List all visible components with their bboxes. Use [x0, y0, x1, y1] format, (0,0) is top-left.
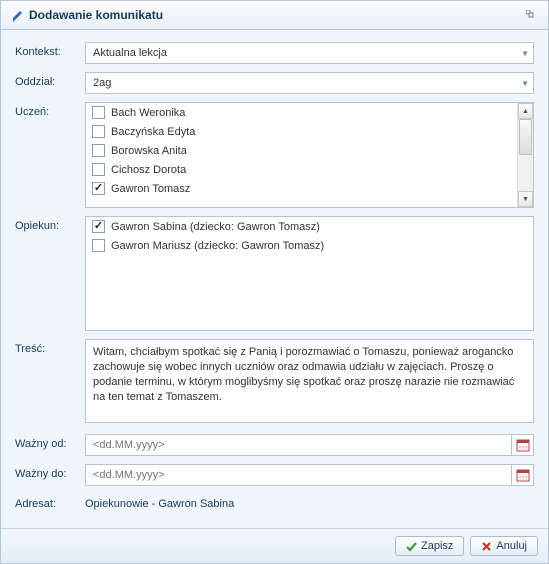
input-wazny-od[interactable]	[85, 434, 512, 456]
student-item[interactable]: Gawron Tomasz	[86, 179, 517, 198]
save-button-label: Zapisz	[421, 540, 453, 552]
student-label: Cichosz Dorota	[111, 164, 186, 176]
student-label: Borowska Anita	[111, 145, 187, 157]
scroll-down-icon[interactable]: ▼	[518, 191, 533, 207]
listbox-students[interactable]: Bach Weronika Baczyńska Edyta Borowska Ani…	[85, 102, 534, 208]
student-item[interactable]: Borowska Anita	[86, 141, 517, 160]
chevron-down-icon: ▼	[521, 79, 529, 88]
row-wazny-do: Ważny do:	[15, 464, 534, 486]
label-adresat: Adresat:	[15, 494, 85, 510]
student-item[interactable]: Baczyńska Edyta	[86, 122, 517, 141]
label-uczen: Uczeń:	[15, 102, 85, 118]
label-opiekun: Opiekun:	[15, 216, 85, 232]
row-opiekun: Opiekun: Gawron Sabina (dziecko: Gawron …	[15, 216, 534, 331]
save-button[interactable]: Zapisz	[395, 536, 464, 556]
chevron-down-icon: ▼	[521, 49, 529, 58]
select-oddzial[interactable]: 2ag ▼	[85, 72, 534, 94]
edit-icon	[11, 9, 24, 22]
label-kontekst: Kontekst:	[15, 42, 85, 58]
row-oddzial: Oddział: 2ag ▼	[15, 72, 534, 94]
footer: Zapisz Anuluj	[1, 528, 548, 563]
guardian-item[interactable]: Gawron Mariusz (dziecko: Gawron Tomasz)	[86, 236, 533, 255]
row-adresat: Adresat: Opiekunowie - Gawron Sabina	[15, 494, 534, 510]
guardian-label: Gawron Mariusz (dziecko: Gawron Tomasz)	[111, 240, 324, 252]
checkbox[interactable]	[92, 106, 105, 119]
calendar-icon[interactable]	[512, 464, 534, 486]
student-label: Gawron Tomasz	[111, 183, 190, 195]
scrollbar[interactable]: ▲ ▼	[517, 103, 533, 207]
select-oddzial-value: 2ag	[93, 77, 521, 89]
checkbox[interactable]	[92, 239, 105, 252]
input-wazny-do[interactable]	[85, 464, 512, 486]
textarea-tresc[interactable]	[85, 339, 534, 423]
close-icon[interactable]	[524, 8, 538, 22]
check-icon	[406, 541, 417, 552]
label-wazny-do: Ważny do:	[15, 464, 85, 480]
label-wazny-od: Ważny od:	[15, 434, 85, 450]
scroll-thumb[interactable]	[519, 119, 532, 155]
scroll-up-icon[interactable]: ▲	[518, 103, 533, 119]
label-oddzial: Oddział:	[15, 72, 85, 88]
select-kontekst-value: Aktualna lekcja	[93, 47, 521, 59]
checkbox[interactable]	[92, 144, 105, 157]
listbox-guardians[interactable]: Gawron Sabina (dziecko: Gawron Tomasz) Ga…	[85, 216, 534, 331]
checkbox[interactable]	[92, 163, 105, 176]
student-label: Bach Weronika	[111, 107, 185, 119]
student-label: Baczyńska Edyta	[111, 126, 195, 138]
select-kontekst[interactable]: Aktualna lekcja ▼	[85, 42, 534, 64]
checkbox[interactable]	[92, 182, 105, 195]
scroll-track[interactable]	[518, 119, 533, 191]
cancel-button[interactable]: Anuluj	[470, 536, 538, 556]
form-body: Kontekst: Aktualna lekcja ▼ Oddział: 2ag…	[1, 30, 548, 528]
checkbox[interactable]	[92, 220, 105, 233]
guardian-label: Gawron Sabina (dziecko: Gawron Tomasz)	[111, 221, 320, 233]
dialog-window: Dodawanie komunikatu Kontekst: Aktualna …	[0, 0, 549, 564]
row-uczen: Uczeń: Bach Weronika Baczyńska Edyta Borow…	[15, 102, 534, 208]
cancel-icon	[481, 541, 492, 552]
calendar-icon[interactable]	[512, 434, 534, 456]
row-tresc: Treść:	[15, 339, 534, 426]
checkbox[interactable]	[92, 125, 105, 138]
cancel-button-label: Anuluj	[496, 540, 527, 552]
titlebar: Dodawanie komunikatu	[1, 1, 548, 30]
value-adresat: Opiekunowie - Gawron Sabina	[85, 494, 534, 510]
window-title: Dodawanie komunikatu	[29, 8, 524, 22]
row-wazny-od: Ważny od:	[15, 434, 534, 456]
row-kontekst: Kontekst: Aktualna lekcja ▼	[15, 42, 534, 64]
guardian-item[interactable]: Gawron Sabina (dziecko: Gawron Tomasz)	[86, 217, 533, 236]
student-item[interactable]: Cichosz Dorota	[86, 160, 517, 179]
student-item[interactable]: Bach Weronika	[86, 103, 517, 122]
label-tresc: Treść:	[15, 339, 85, 355]
